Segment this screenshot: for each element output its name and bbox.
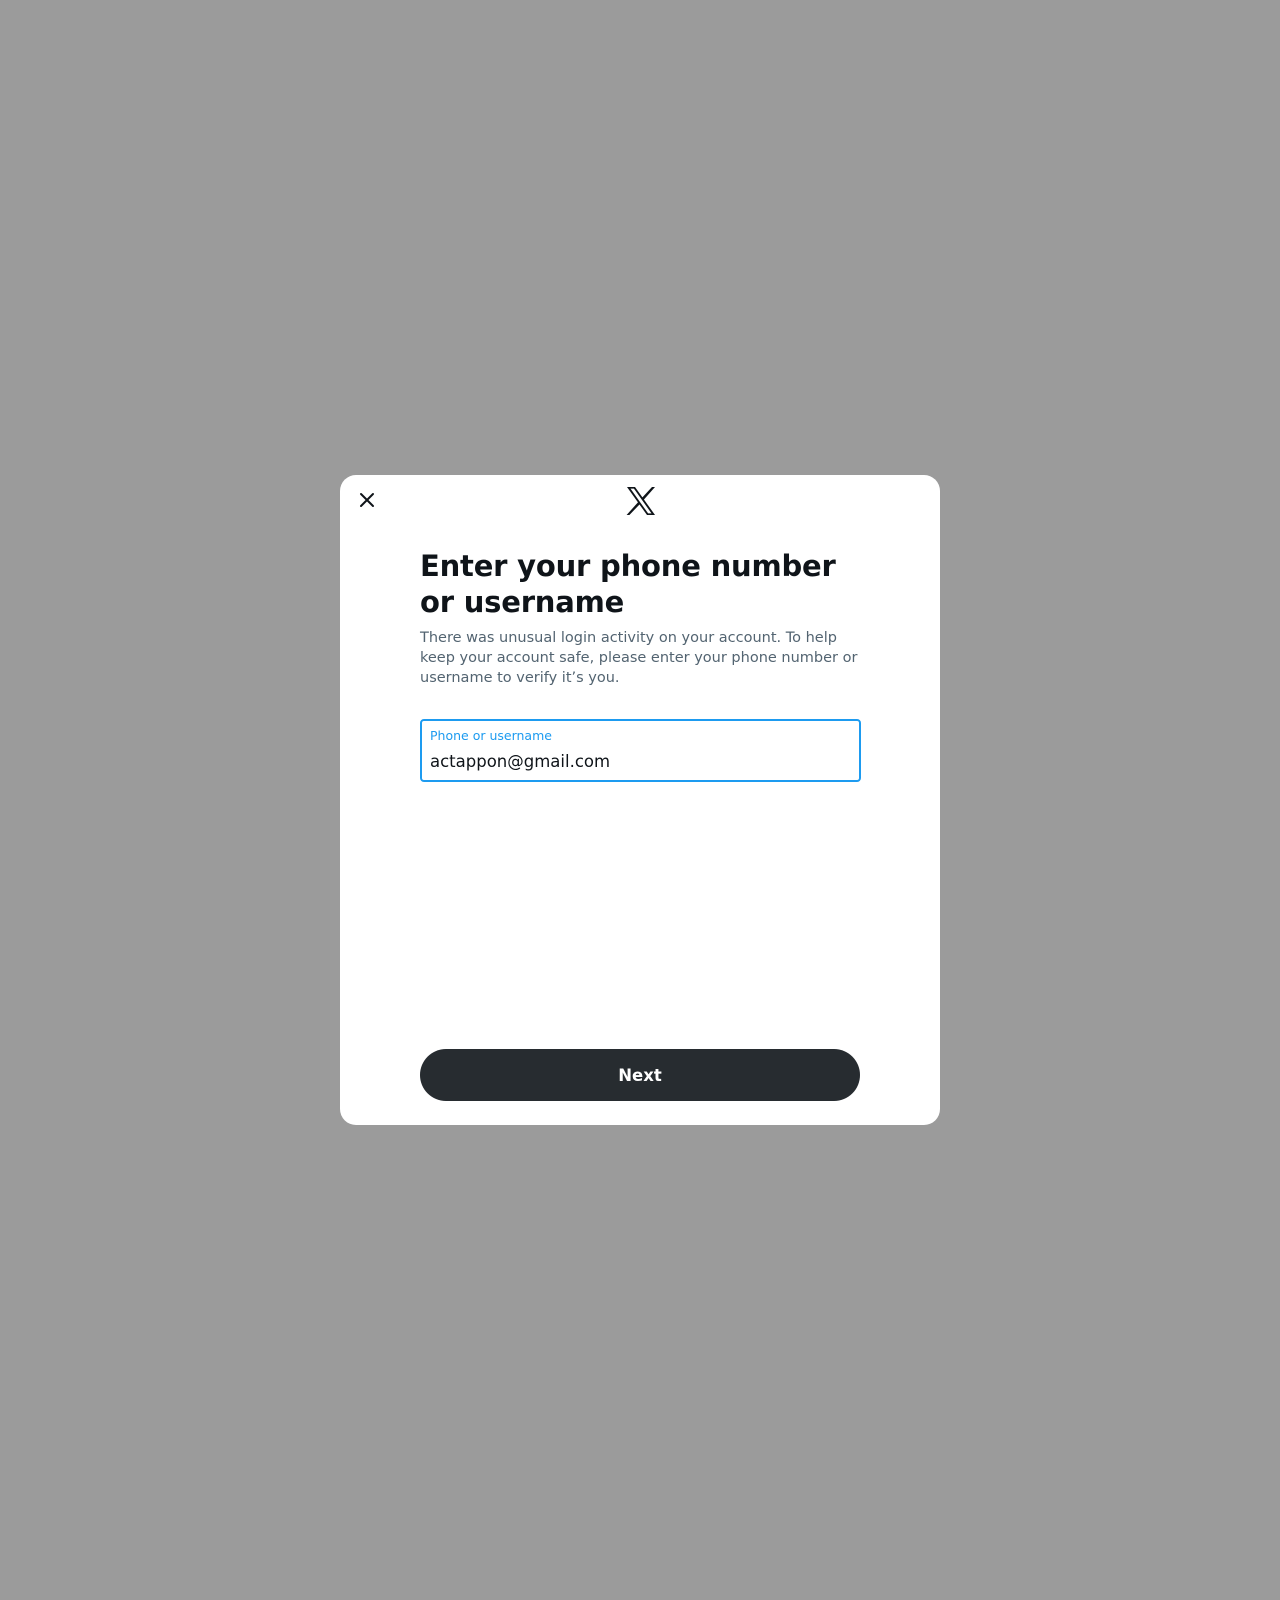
dialog-title: Enter your phone number or username — [420, 549, 836, 619]
login-verification-dialog: Enter your phone number or username Ther… — [340, 475, 940, 1125]
dialog-description: There was unusual login activity on your… — [420, 630, 858, 686]
next-button[interactable]: Next — [420, 1049, 860, 1101]
phone-or-username-input[interactable] — [430, 749, 850, 773]
x-logo-icon — [626, 487, 656, 515]
field-label: Phone or username — [430, 728, 552, 743]
dialog-content: Enter your phone number or username Ther… — [420, 548, 860, 688]
close-icon — [357, 490, 377, 514]
phone-or-username-field[interactable]: Phone or username — [420, 719, 861, 782]
close-button[interactable] — [350, 485, 384, 519]
